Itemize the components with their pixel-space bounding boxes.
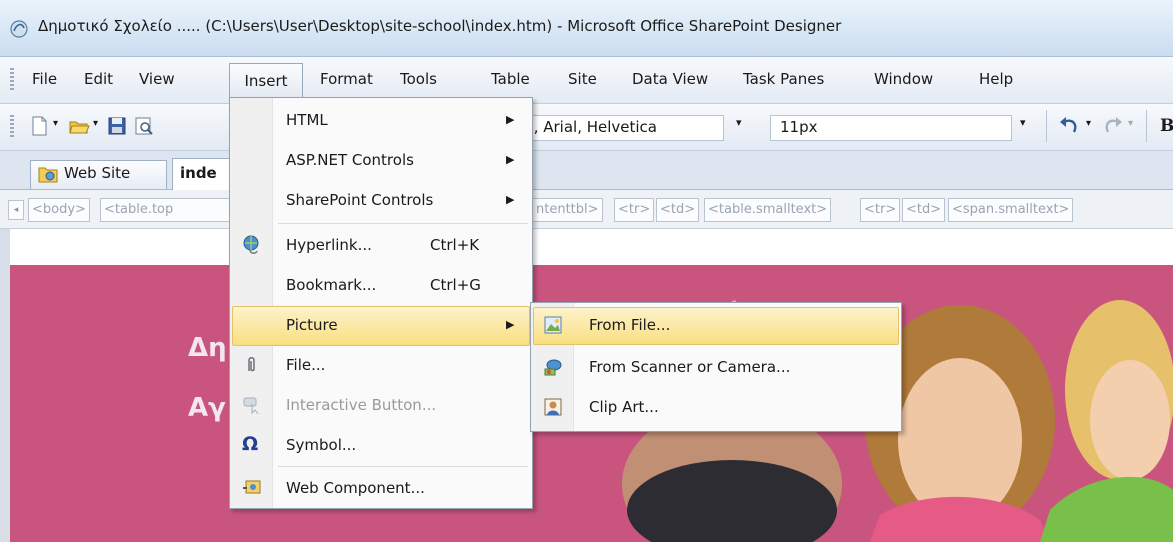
menu-view[interactable]: View (137, 67, 177, 91)
submenu-arrow-icon: ▶ (506, 153, 515, 166)
insert-menu-dropdown: HTML ▶ ASP.NET Controls ▶ SharePoint Con… (229, 97, 533, 509)
submenu-arrow-icon: ▶ (506, 318, 515, 331)
toolbar-separator (1046, 110, 1047, 142)
menu-data-view[interactable]: Data View (630, 67, 710, 91)
menu-separator (278, 223, 528, 224)
menu-separator (278, 466, 528, 467)
menu-task-panes[interactable]: Task Panes (741, 67, 826, 91)
picture-from-file-icon (544, 316, 562, 334)
tab-web-site-label: Web Site (64, 164, 131, 182)
menu-item-symbol[interactable]: Ω Symbol... (230, 426, 532, 464)
menu-item-file[interactable]: File... (230, 346, 532, 384)
hyperlink-globe-icon (243, 235, 259, 254)
quick-tag[interactable]: <table.smalltext> (704, 198, 832, 222)
font-size-dropdown-icon[interactable]: ▾ (1020, 116, 1026, 129)
menubar-grip[interactable] (10, 68, 14, 92)
menu-item-aspnet-controls[interactable]: ASP.NET Controls ▶ (230, 141, 532, 179)
submenu-item-from-scanner-camera[interactable]: From Scanner or Camera... (531, 347, 901, 387)
quick-tag[interactable]: <td> (902, 198, 946, 222)
clip-art-icon (544, 398, 562, 416)
menu-item-web-component[interactable]: Web Component... (230, 469, 532, 507)
quick-tag[interactable]: <td> (656, 198, 700, 222)
menu-item-html[interactable]: HTML ▶ (230, 101, 532, 139)
menu-format[interactable]: Format (318, 67, 375, 91)
quick-tag[interactable]: <tr> (860, 198, 901, 222)
menu-item-interactive-button[interactable]: Interactive Button... (230, 386, 532, 424)
sharepoint-designer-app-icon[interactable] (10, 20, 28, 38)
redo-dropdown-icon[interactable]: ▾ (1128, 118, 1133, 129)
web-component-icon (243, 480, 261, 494)
submenu-item-clip-art[interactable]: Clip Art... (531, 387, 901, 427)
menu-insert[interactable]: Insert (229, 63, 303, 98)
menu-edit[interactable]: Edit (82, 67, 115, 91)
open-dropdown-icon[interactable]: ▾ (93, 118, 98, 129)
quick-tag-scroll-left-icon[interactable]: ◂ (8, 200, 24, 220)
new-page-icon[interactable] (28, 115, 50, 137)
menu-site[interactable]: Site (566, 67, 599, 91)
menu-file[interactable]: File (30, 67, 59, 91)
font-family-value: na, Arial, Helvetica (515, 118, 657, 136)
tab-index-label: inde (180, 164, 217, 182)
submenu-item-from-file[interactable]: From File... (531, 305, 901, 345)
open-folder-icon[interactable] (68, 115, 90, 137)
interactive-button-icon (243, 397, 259, 415)
web-site-folder-icon (38, 167, 58, 183)
quick-tag[interactable]: <tr> (614, 198, 655, 222)
save-icon[interactable] (106, 115, 128, 137)
menu-help[interactable]: Help (977, 67, 1015, 91)
font-size-value: 11px (780, 118, 818, 136)
banner-heading-line2: Αγ (188, 393, 226, 423)
quick-tag[interactable]: <span.smalltext> (948, 198, 1074, 222)
new-dropdown-icon[interactable]: ▾ (53, 118, 58, 129)
toolbar-grip[interactable] (10, 115, 14, 139)
undo-dropdown-icon[interactable]: ▾ (1086, 118, 1091, 129)
paperclip-icon (248, 357, 255, 372)
menu-item-picture[interactable]: Picture ▶ (230, 306, 532, 344)
menu-item-hyperlink[interactable]: Hyperlink... Ctrl+K (230, 226, 532, 264)
banner-heading-line1: Δη (188, 333, 227, 363)
bold-button[interactable]: B (1160, 116, 1173, 136)
menu-tools[interactable]: Tools (398, 67, 439, 91)
toolbar-separator (1146, 110, 1147, 142)
menu-window[interactable]: Window (872, 67, 935, 91)
font-family-dropdown-icon[interactable]: ▾ (736, 116, 742, 129)
window-title: Δημοτικό Σχολείο ..... (C:\Users\User\De… (38, 17, 842, 35)
submenu-arrow-icon: ▶ (506, 113, 515, 126)
quick-tag[interactable]: <body> (28, 198, 90, 222)
quick-tag[interactable]: <table.top (100, 198, 232, 222)
picture-submenu: From File... From Scanner or Camera... C… (530, 302, 902, 432)
omega-symbol-icon: Ω (242, 433, 259, 455)
submenu-arrow-icon: ▶ (506, 193, 515, 206)
scanner-camera-icon (544, 359, 562, 376)
menu-item-sharepoint-controls[interactable]: SharePoint Controls ▶ (230, 181, 532, 219)
design-canvas-top[interactable] (10, 229, 1173, 265)
preview-icon[interactable] (133, 115, 155, 137)
redo-icon[interactable] (1100, 116, 1124, 136)
menu-table[interactable]: Table (489, 67, 532, 91)
menu-item-bookmark[interactable]: Bookmark... Ctrl+G (230, 266, 532, 304)
undo-icon[interactable] (1058, 116, 1082, 136)
quick-tag[interactable]: ntenttbl> (532, 198, 603, 222)
